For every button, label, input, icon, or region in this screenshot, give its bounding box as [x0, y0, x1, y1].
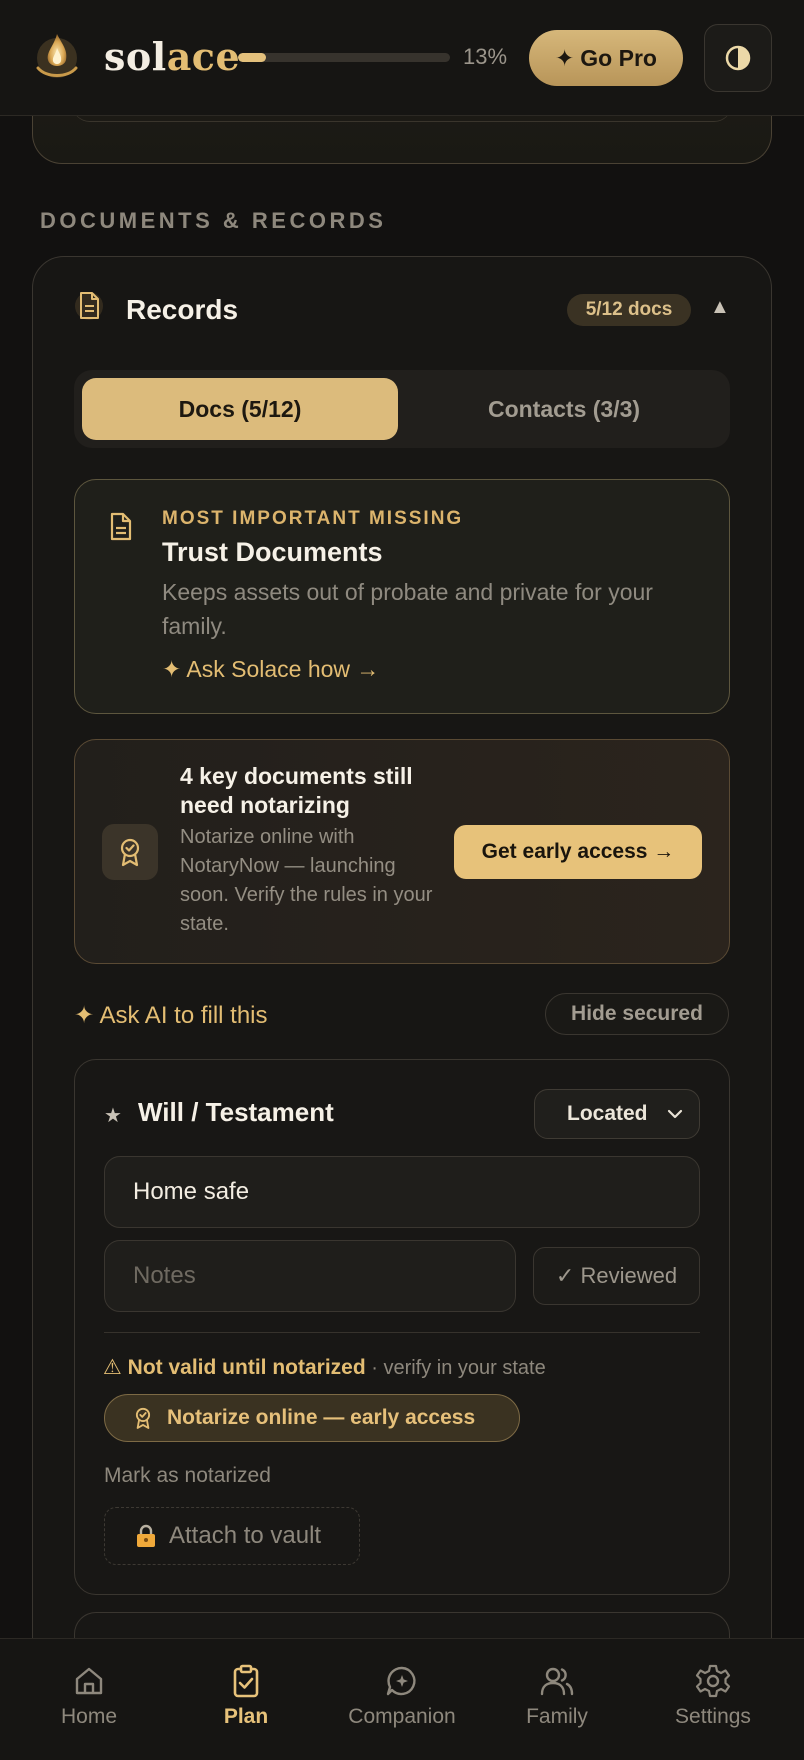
get-early-access-button[interactable]: Get early access →: [454, 825, 702, 879]
award-ribbon-icon: [135, 1407, 151, 1429]
nav-home-label: Home: [60, 1705, 118, 1728]
warning-sub: · verify in your state: [365, 1357, 546, 1379]
notary-promo-title: 4 key documents still need notarizing: [180, 763, 413, 818]
will-title: Will / Testament: [138, 1097, 334, 1127]
bottom-navigation: Home Plan Companion Family Settings: [0, 1638, 804, 1760]
attach-to-vault-label: Attach to vault: [169, 1522, 322, 1549]
brand-prefix: sol: [104, 34, 167, 79]
theme-toggle-button[interactable]: [704, 24, 772, 92]
brand-suffix: ace: [166, 34, 241, 79]
divider: [104, 1332, 700, 1333]
missing-title: Trust Documents: [162, 537, 383, 567]
warning-strong: ⚠ Not valid until notarized: [103, 1356, 366, 1379]
plan-progress-percent: 13%: [463, 44, 508, 69]
brand-wordmark: solace: [104, 34, 240, 79]
missing-kicker: MOST IMPORTANT MISSING: [162, 508, 464, 529]
attach-to-vault-button[interactable]: Attach to vault: [104, 1507, 360, 1565]
plan-progress-bar: [238, 53, 450, 62]
notarization-warning: ⚠ Not valid until notarized · verify in …: [103, 1355, 546, 1380]
nav-companion-label: Companion: [348, 1705, 456, 1728]
notary-promo-description: Notarize online with NotaryNow — launchi…: [180, 826, 433, 935]
award-ribbon-icon: [120, 838, 140, 867]
contrast-icon: [725, 45, 751, 71]
flame-logo-icon: [36, 34, 78, 78]
reviewed-toggle[interactable]: ✓ Reviewed: [533, 1247, 700, 1305]
app-header: solace 13% ✦ Go Pro: [0, 0, 804, 116]
ask-solace-link[interactable]: ✦ Ask Solace how →: [162, 656, 379, 683]
document-icon: [75, 292, 103, 320]
section-title: DOCUMENTS & RECORDS: [40, 208, 387, 233]
tab-docs[interactable]: Docs (5/12): [82, 378, 398, 440]
nav-settings-label: Settings: [675, 1705, 751, 1728]
notes-input[interactable]: Notes: [104, 1240, 516, 1312]
clipboard-check-icon: [233, 1664, 259, 1698]
records-tab-switcher: Docs (5/12) Contacts (3/3): [74, 370, 730, 448]
status-select[interactable]: Located: [534, 1089, 700, 1139]
plan-progress-fill: [238, 53, 266, 62]
go-pro-label: Go Pro: [580, 44, 657, 71]
chat-sparkle-icon: [386, 1666, 416, 1696]
nav-home[interactable]: Home: [24, 1619, 154, 1741]
records-title: Records: [126, 294, 239, 325]
users-icon: [540, 1667, 574, 1696]
notarize-online-button[interactable]: Notarize online — early access: [104, 1394, 520, 1442]
star-icon: ★: [104, 1105, 122, 1127]
nav-family[interactable]: Family: [492, 1619, 622, 1741]
nav-settings[interactable]: Settings: [648, 1619, 778, 1741]
nav-companion[interactable]: Companion: [337, 1619, 467, 1741]
chevron-down-icon: [667, 1109, 683, 1119]
sparkle-icon: ✦: [555, 44, 575, 71]
missing-description: Keeps assets out of probate and private …: [162, 579, 653, 639]
mark-notarized-link[interactable]: Mark as notarized: [104, 1464, 271, 1488]
nav-plan-label: Plan: [223, 1705, 269, 1728]
hide-secured-toggle[interactable]: Hide secured: [545, 993, 729, 1035]
nav-plan[interactable]: Plan: [181, 1619, 311, 1741]
records-count-badge: 5/12 docs: [567, 294, 691, 326]
gear-icon: [695, 1664, 731, 1698]
notary-icon-box: [102, 824, 158, 880]
notarize-online-label: Notarize online — early access: [167, 1406, 476, 1429]
ask-ai-fill-link[interactable]: ✦ Ask AI to fill this: [74, 1001, 268, 1030]
home-icon: [75, 1667, 103, 1695]
lock-icon: [137, 1524, 155, 1547]
go-pro-button[interactable]: ✦ Go Pro: [529, 30, 683, 86]
status-select-value: Located: [567, 1102, 648, 1125]
location-input[interactable]: Home safe: [104, 1156, 700, 1228]
collapse-chevron-icon[interactable]: ▲: [710, 296, 730, 319]
nav-family-label: Family: [526, 1705, 588, 1728]
tab-contacts[interactable]: Contacts (3/3): [406, 378, 722, 440]
document-icon: [110, 512, 132, 541]
